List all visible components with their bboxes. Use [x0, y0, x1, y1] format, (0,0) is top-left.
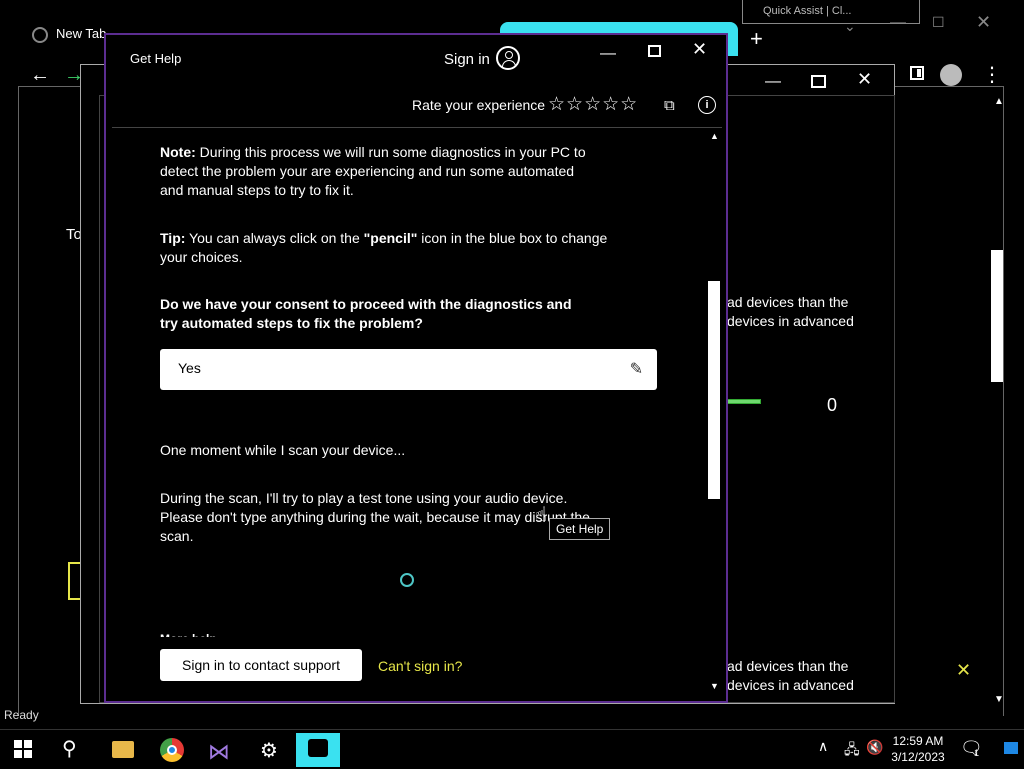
rate-experience-label: Rate your experience: [412, 97, 546, 113]
side-panel-icon[interactable]: [910, 66, 924, 80]
browser-scrollbar-thumb[interactable]: [991, 250, 1003, 382]
note-paragraph: Note: During this process we will run so…: [160, 143, 600, 200]
browser-close-button[interactable]: ✕: [976, 12, 991, 33]
clock[interactable]: 12:59 AM 3/12/2023: [890, 733, 946, 765]
tab-label: New Tab: [56, 26, 107, 41]
counter-value: 0: [827, 395, 838, 415]
close-x-icon[interactable]: ✕: [956, 660, 971, 681]
notification-count: 1: [974, 748, 980, 758]
tip-paragraph: Tip: You can always click on the "pencil…: [160, 229, 620, 267]
info-icon[interactable]: i: [698, 96, 716, 114]
sign-in-label[interactable]: Sign in: [444, 51, 490, 68]
minimize-button[interactable]: —: [600, 45, 616, 63]
contact-support-button[interactable]: Sign in to contact support: [160, 649, 362, 681]
scanning-message: One moment while I scan your device...: [160, 442, 406, 458]
tip-label: Tip:: [160, 230, 186, 246]
header-divider: [112, 127, 722, 128]
browser-scroll-down-icon[interactable]: ▼: [994, 694, 1004, 705]
back-arrow-icon[interactable]: ←: [30, 64, 50, 87]
chrome-taskbar-icon[interactable]: [150, 733, 194, 767]
browser-minimize-button[interactable]: —: [890, 14, 906, 32]
rating-stars[interactable]: ☆☆☆☆☆: [548, 93, 638, 116]
browser-maximize-button[interactable]: ☐: [932, 14, 945, 31]
taskbar: ⚲ ⋈ ⚙ ∧ 🖧 🔇 12:59 AM 3/12/2023 🗨 1: [0, 729, 1024, 769]
hand-cursor-icon: ☝: [535, 504, 548, 526]
window-close-button[interactable]: ✕: [857, 69, 872, 90]
kebab-menu-icon[interactable]: ⋮: [982, 62, 1002, 87]
volume-muted-icon[interactable]: 🔇: [866, 739, 883, 756]
pencil-icon[interactable]: ✎: [630, 359, 643, 379]
profile-avatar-icon[interactable]: [940, 64, 962, 86]
consent-answer-box[interactable]: Yes ✎: [160, 349, 657, 390]
new-tab-button[interactable]: +: [750, 26, 763, 52]
clock-date: 3/12/2023: [891, 750, 945, 764]
network-icon[interactable]: 🖧: [844, 739, 860, 763]
window-maximize-button[interactable]: [811, 75, 826, 88]
clock-time: 12:59 AM: [892, 734, 944, 748]
search-icon[interactable]: ⚲: [62, 736, 77, 761]
maximize-button[interactable]: [648, 45, 661, 57]
tip-pencil-word: "pencil": [363, 230, 418, 246]
note-text: During this process we will run some dia…: [160, 144, 586, 198]
browser-status-text: Ready: [4, 708, 39, 722]
cant-sign-in-link[interactable]: Can't sign in?: [378, 658, 462, 674]
note-label: Note:: [160, 144, 196, 160]
close-button[interactable]: ✕: [692, 39, 707, 60]
progress-indicator: [727, 399, 761, 404]
get-help-window: Get Help Sign in — ✕ Rate your experienc…: [104, 33, 728, 703]
notification-icon[interactable]: 🗨: [960, 738, 983, 759]
get-help-taskbar-icon[interactable]: [296, 733, 340, 767]
share-icon[interactable]: ⧉: [664, 97, 675, 114]
window-minimize-button[interactable]: —: [765, 73, 781, 91]
chevron-up-icon[interactable]: ∧: [818, 738, 828, 755]
consent-question: Do we have your consent to proceed with …: [160, 296, 572, 331]
background-text-top: ad devices than the devices in advanced: [727, 294, 854, 329]
window-title: Get Help: [130, 51, 182, 66]
browser-scroll-up-icon[interactable]: ▲: [994, 96, 1004, 107]
background-text-bottom: ad devices than the devices in advanced: [727, 658, 854, 693]
file-explorer-icon[interactable]: [100, 733, 144, 767]
windows-start-icon[interactable]: [14, 740, 32, 758]
more-help-heading: More help: [160, 629, 240, 637]
scroll-down-icon[interactable]: ▼: [710, 681, 719, 691]
chrome-icon: [32, 26, 48, 43]
scroll-up-icon[interactable]: ▲: [710, 131, 719, 141]
tip-text-1: You can always click on the: [185, 230, 364, 246]
settings-gear-icon[interactable]: ⚙: [248, 733, 292, 767]
consent-answer-value: Yes: [178, 360, 201, 376]
scrollbar-thumb[interactable]: [708, 281, 720, 499]
visual-studio-icon[interactable]: ⋈: [198, 733, 242, 767]
person-icon[interactable]: [496, 46, 520, 70]
tooltip: Get Help: [549, 518, 611, 540]
show-desktop-icon[interactable]: [1004, 742, 1018, 754]
chevron-down-icon[interactable]: ⌄: [844, 18, 856, 35]
loading-spinner-icon: [400, 573, 414, 587]
